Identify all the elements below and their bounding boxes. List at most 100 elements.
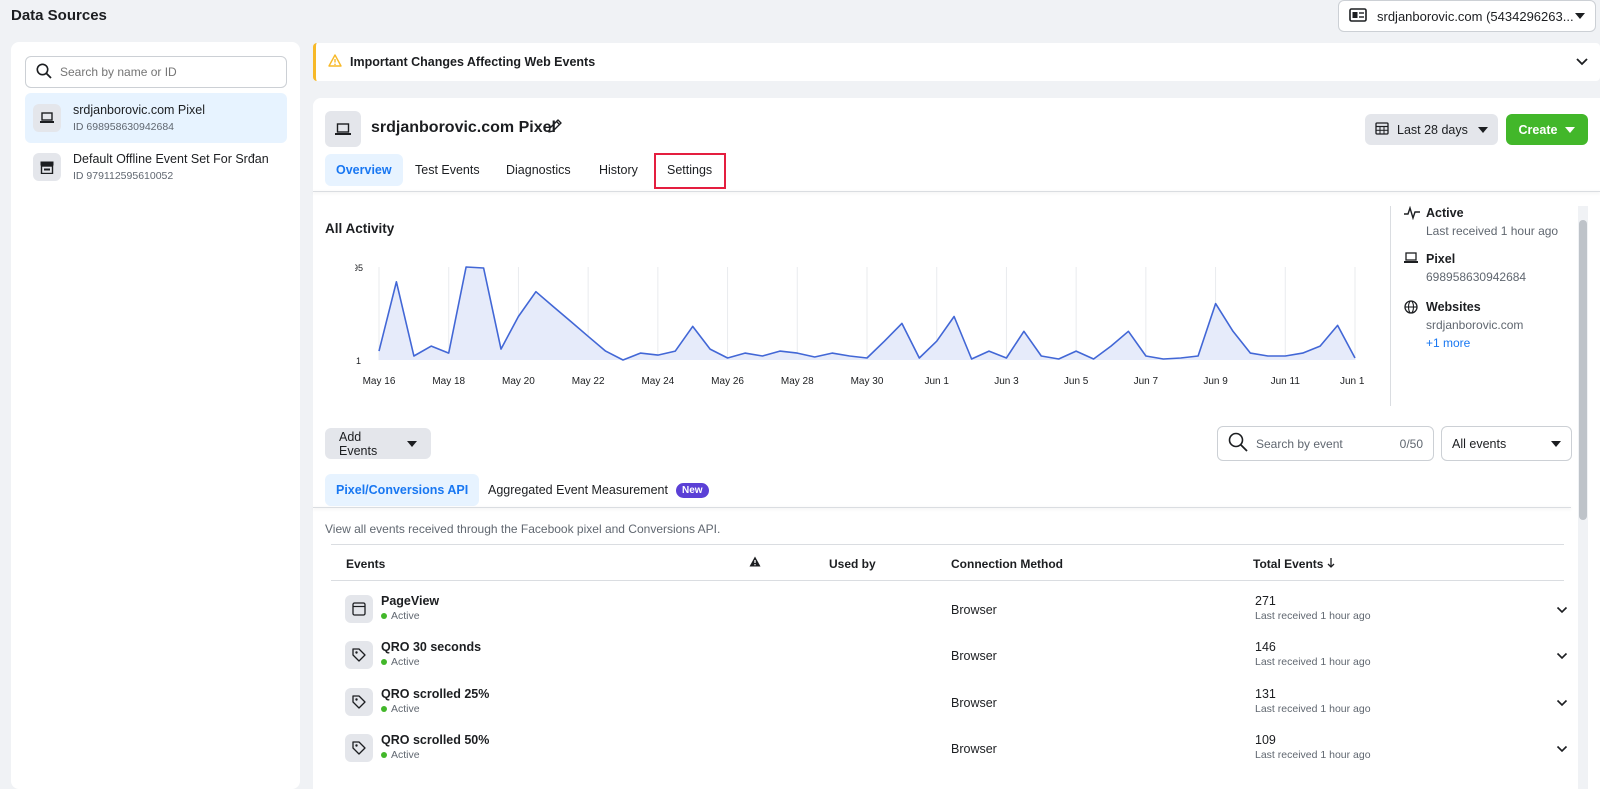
chart-y-tick-label: 1 [356, 356, 361, 366]
header-total-events[interactable]: Total Events [1253, 557, 1335, 571]
banner-text: Important Changes Affecting Web Events [350, 55, 596, 69]
date-range-label: Last 28 days [1397, 122, 1468, 137]
source-item-offline[interactable]: Default Offline Event Set For Srđan ID 9… [25, 142, 287, 192]
scrollbar-thumb[interactable] [1579, 220, 1587, 520]
event-status: Active [381, 749, 420, 761]
date-range-button[interactable]: Last 28 days [1365, 114, 1498, 145]
event-search[interactable]: Search by event 0/50 [1217, 426, 1434, 461]
header-events: Events [346, 557, 386, 571]
chevron-down-icon[interactable] [1556, 603, 1568, 617]
source-id: ID 698958630942684 [73, 121, 175, 133]
status-dot [381, 613, 387, 619]
laptop-icon [325, 111, 361, 147]
chart-x-tick-label: May 24 [641, 376, 674, 387]
chart-x-tick-label: Jun 11 [1271, 376, 1301, 387]
page-title: Data Sources [11, 7, 107, 24]
header-total-label: Total Events [1253, 557, 1324, 571]
event-connection: Browser [951, 742, 997, 756]
source-id: ID 979112595610052 [73, 170, 174, 182]
chevron-down-icon[interactable] [1556, 742, 1568, 756]
table-row[interactable]: QRO scrolled 50% Active Browser 109 Last… [331, 726, 1568, 773]
event-filter-label: All events [1452, 436, 1507, 451]
source-name: srdjanborovic.com Pixel [73, 103, 205, 117]
active-sub: Last received 1 hour ago [1426, 224, 1559, 238]
header-connection: Connection Method [951, 557, 1063, 571]
activity-chart: May 16 May 18 May 20 May 22 May 24 May 26 May … [355, 263, 1365, 387]
event-total: 131 [1255, 687, 1276, 701]
websites-label: Websites [1426, 300, 1481, 314]
chart-x-tick-label: May 28 [781, 376, 814, 387]
pixel-id: 698958630942684 [1426, 270, 1527, 284]
chevron-down-icon[interactable] [1556, 649, 1568, 663]
chart-x-tick-label: Jun 9 [1203, 376, 1228, 387]
account-label: srdjanborovic.com (5434296263... [1377, 8, 1574, 24]
search-icon [1228, 432, 1248, 455]
chart-x-tick-label: May 30 [851, 376, 884, 387]
event-status: Active [381, 703, 420, 715]
subtab-pixel-conversions[interactable]: Pixel/Conversions API [325, 474, 480, 506]
event-connection: Browser [951, 696, 997, 710]
pixel-label: Pixel [1426, 252, 1456, 266]
add-events-label: Add Events [339, 429, 378, 458]
table-row[interactable]: PageView Active Browser 271 Last receive… [331, 587, 1568, 634]
side-panel-separator [1390, 206, 1391, 406]
create-button[interactable]: Create [1506, 114, 1588, 145]
active-label: Active [1426, 206, 1464, 220]
account-selector[interactable]: srdjanborovic.com (5434296263... [1338, 0, 1596, 32]
sidebar-search[interactable] [25, 56, 287, 88]
tab-history[interactable]: History [588, 154, 649, 186]
event-name: QRO scrolled 50% [381, 733, 490, 747]
warning-icon [328, 54, 342, 70]
event-name: QRO 30 seconds [381, 640, 482, 654]
edit-pencil-icon[interactable] [547, 118, 563, 137]
sort-arrow-down-icon [1327, 557, 1335, 571]
table-row[interactable]: QRO scrolled 25% Active Browser 131 Last… [331, 680, 1568, 727]
tab-test-events[interactable]: Test Events [404, 154, 491, 186]
event-total: 271 [1255, 594, 1276, 608]
tab-diagnostics[interactable]: Diagnostics [495, 154, 582, 186]
event-status: Active [381, 656, 420, 668]
subtabs-divider [313, 507, 1571, 508]
chart-x-tick-label: Jun 1 [924, 376, 949, 387]
more-websites-link[interactable]: +1 more [1426, 336, 1523, 350]
table-row[interactable]: QRO 30 seconds Active Browser 146 Last r… [331, 633, 1568, 680]
add-events-button[interactable]: Add Events [325, 428, 431, 459]
chevron-down-icon [1565, 126, 1576, 133]
tab-overview[interactable]: Overview [325, 154, 403, 186]
event-name: PageView [381, 594, 440, 608]
status-dot [381, 659, 387, 665]
subtab-aggregated-events[interactable]: Aggregated Event Measurement New [477, 474, 720, 506]
event-status-label: Active [391, 656, 420, 668]
source-item-pixel[interactable]: srdjanborovic.com Pixel ID 6989586309426… [25, 93, 287, 143]
event-search-count: 0/50 [1399, 436, 1423, 451]
event-total: 146 [1255, 640, 1276, 654]
tag-icon [345, 688, 373, 716]
event-search-placeholder: Search by event [1256, 436, 1343, 451]
important-changes-banner[interactable]: Important Changes Affecting Web Events [313, 43, 1600, 81]
chart-x-tick-label: May 26 [711, 376, 744, 387]
header-used-by: Used by [829, 557, 876, 571]
laptop-icon [1404, 252, 1420, 284]
event-filter-select[interactable]: All events [1441, 426, 1572, 461]
sidebar: srdjanborovic.com Pixel ID 6989586309426… [11, 42, 300, 789]
business-icon [1349, 7, 1367, 25]
search-icon [36, 63, 52, 82]
chevron-down-icon [1477, 126, 1488, 133]
event-name: QRO scrolled 25% [381, 687, 490, 701]
chevron-down-icon[interactable] [1576, 55, 1588, 69]
chart-x-tick-label: Jun 3 [994, 376, 1019, 387]
chart-x-tick-label: May 22 [572, 376, 605, 387]
chevron-down-icon [1575, 13, 1585, 19]
event-status-label: Active [391, 610, 420, 622]
event-connection: Browser [951, 649, 997, 663]
chart-x-tick-label: May 20 [502, 376, 535, 387]
page-icon [345, 595, 373, 623]
calendar-icon [1375, 121, 1389, 138]
status-dot [381, 752, 387, 758]
chevron-down-icon[interactable] [1556, 696, 1568, 710]
chart-x-tick-label: Jun 13 [1340, 376, 1365, 387]
chart-x-tick-label: May 18 [432, 376, 465, 387]
chart-x-tick-label: Jun 5 [1064, 376, 1089, 387]
search-input[interactable] [60, 65, 260, 79]
source-name: Default Offline Event Set For Srđan [73, 152, 269, 166]
